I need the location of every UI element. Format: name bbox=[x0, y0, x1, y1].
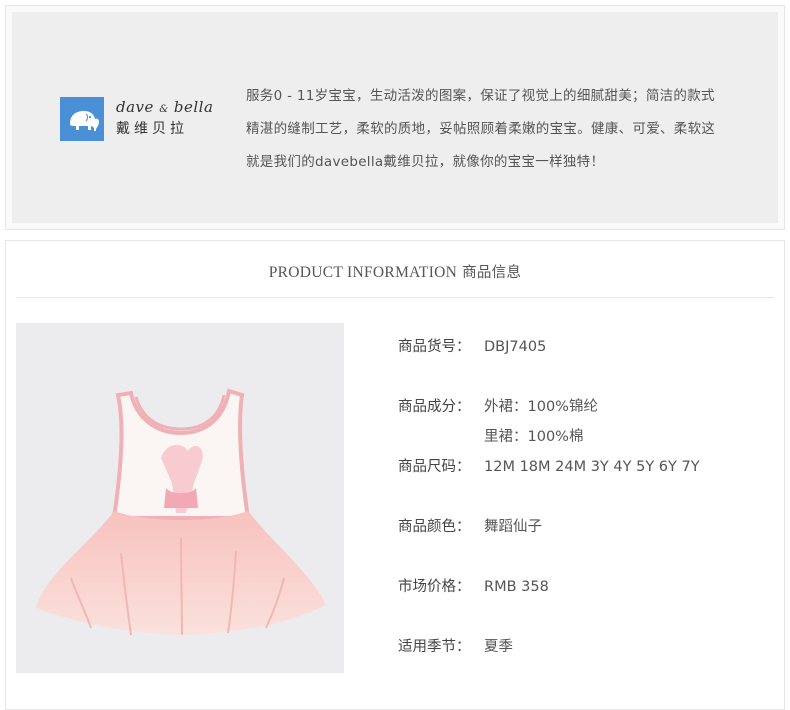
product-info-panel: PRODUCT INFORMATION 商品信息 商品货号： DBJ7405 商品… bbox=[5, 240, 785, 710]
spec-label: 商品货号： bbox=[398, 339, 471, 355]
spec-label: 商品成分： bbox=[398, 399, 471, 415]
brand-banner: dave & bella 戴维贝拉 服务0 - 11岁宝宝，生动活泼的图案，保证… bbox=[5, 5, 785, 230]
brand-description-line: 服务0 - 11岁宝宝，生动活泼的图案，保证了视觉上的细腻甜美；简洁的款式 bbox=[246, 88, 715, 104]
product-photo bbox=[16, 323, 344, 673]
spec-price: 市场价格： RMB 358 bbox=[398, 575, 549, 596]
spec-value: 夏季 bbox=[484, 639, 513, 655]
spec-material: 商品成分： 外裙：100%锦纶 bbox=[398, 395, 598, 416]
spec-value: RMB 358 bbox=[484, 579, 549, 595]
brand-description-line: 就是我们的davebella戴维贝拉，就像你的宝宝一样独特！ bbox=[246, 154, 605, 170]
logo-ampersand: & bbox=[159, 104, 169, 115]
spec-value: 外裙：100%锦纶 bbox=[484, 399, 598, 415]
logo-word-bella: bella bbox=[173, 98, 214, 116]
brand-banner-inner: dave & bella 戴维贝拉 服务0 - 11岁宝宝，生动活泼的图案，保证… bbox=[12, 12, 778, 223]
elephant-icon bbox=[60, 97, 104, 141]
spec-label: 市场价格： bbox=[398, 579, 471, 595]
spec-label: 适用季节： bbox=[398, 639, 471, 655]
section-title-english: PRODUCT INFORMATION bbox=[268, 264, 458, 281]
spec-label: 商品尺码： bbox=[398, 459, 471, 475]
spec-value: 12M 18M 24M 3Y 4Y 5Y 6Y 7Y bbox=[484, 459, 700, 475]
brand-description-line: 精湛的缝制工艺，柔软的质地，妥帖照顾着柔嫩的宝宝。健康、可爱、柔软这 bbox=[246, 121, 716, 137]
spec-value: 里裙：100%棉 bbox=[484, 429, 584, 445]
section-title: PRODUCT INFORMATION 商品信息 bbox=[6, 261, 784, 282]
brand-logo: dave & bella 戴维贝拉 bbox=[116, 98, 226, 139]
spec-item-number: 商品货号： DBJ7405 bbox=[398, 335, 546, 356]
spec-value: DBJ7405 bbox=[484, 339, 547, 355]
divider bbox=[16, 297, 774, 298]
brand-description: 服务0 - 11岁宝宝，生动活泼的图案，保证了视觉上的细腻甜美；简洁的款式 精湛… bbox=[246, 80, 766, 179]
spec-material-lining: 里裙：100%棉 bbox=[398, 425, 583, 446]
spec-season: 适用季节： 夏季 bbox=[398, 635, 513, 656]
spec-value: 舞蹈仙子 bbox=[484, 519, 542, 535]
section-title-chinese: 商品信息 bbox=[462, 265, 522, 281]
logo-word-dave: dave bbox=[116, 98, 154, 116]
spec-color: 商品颜色： 舞蹈仙子 bbox=[398, 515, 542, 536]
spec-label: 商品颜色： bbox=[398, 519, 471, 535]
spec-size: 商品尺码： 12M 18M 24M 3Y 4Y 5Y 6Y 7Y bbox=[398, 455, 700, 476]
brand-logo-english: dave & bella bbox=[116, 98, 226, 119]
brand-logo-chinese: 戴维贝拉 bbox=[116, 121, 188, 137]
